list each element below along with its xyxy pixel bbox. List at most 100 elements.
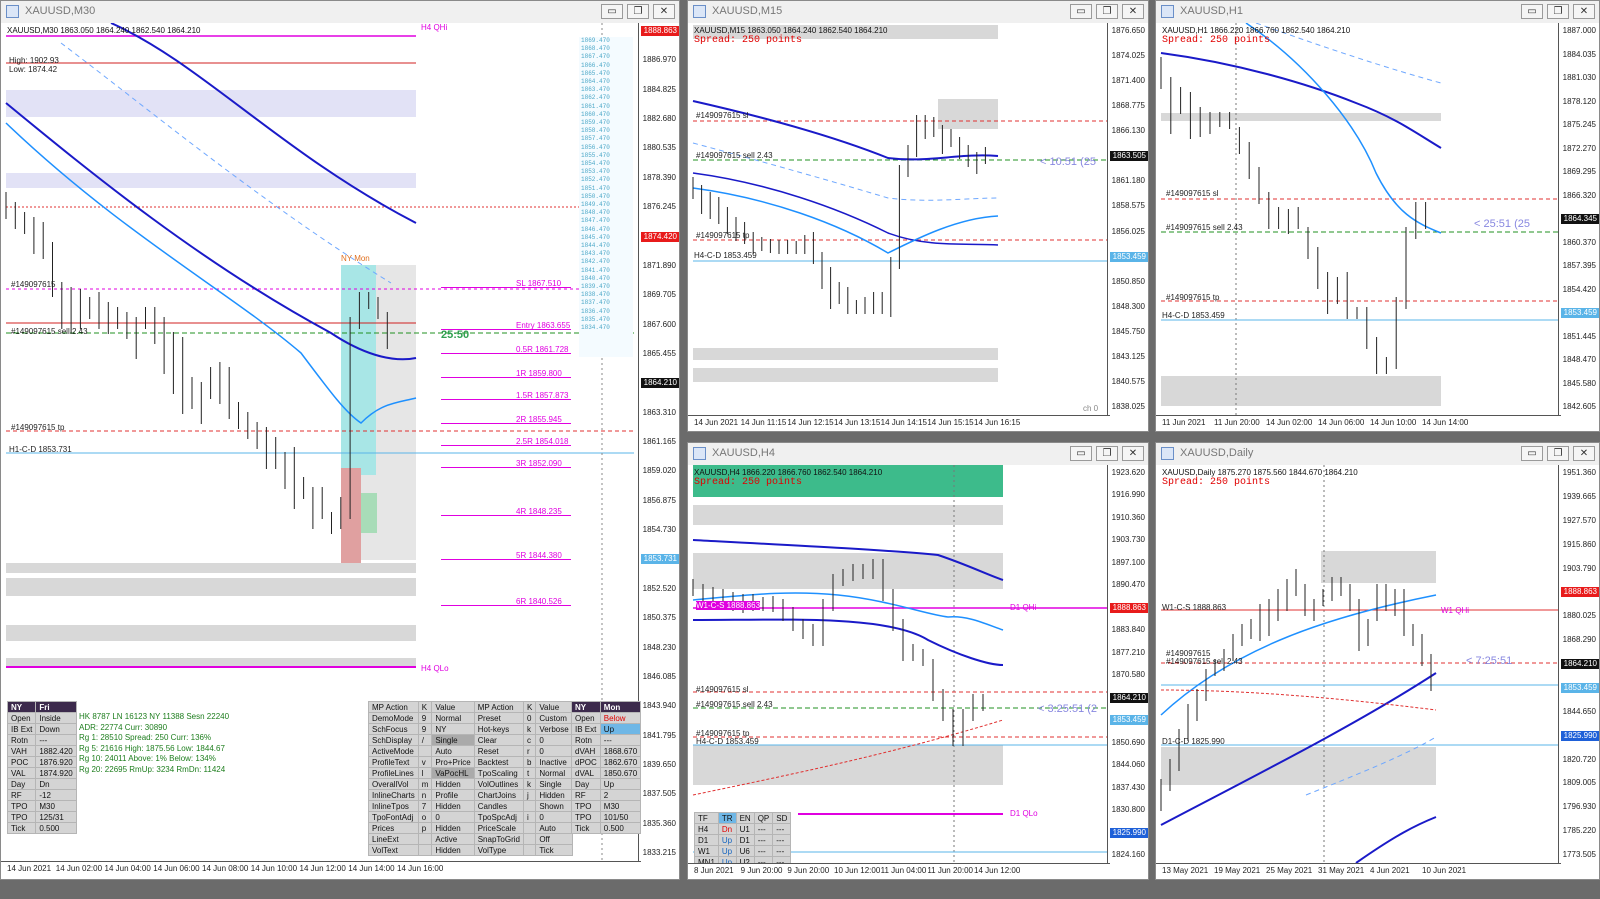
time-axis[interactable]: 11 Jun 2021 11 Jun 20:00 14 Jun 02:00 14 Ju… bbox=[1156, 415, 1561, 431]
table-cell[interactable] bbox=[417, 844, 433, 856]
table-cell[interactable]: LineExt bbox=[368, 833, 419, 845]
table-cell[interactable] bbox=[522, 833, 537, 845]
table-cell[interactable]: i bbox=[522, 811, 537, 823]
market-profile-settings[interactable]: MP Action K Value MP Action K Value DemoMode 9 N… bbox=[368, 701, 573, 856]
restore-button[interactable]: ❐ bbox=[1096, 446, 1118, 461]
table-cell[interactable]: NY bbox=[431, 723, 475, 735]
table-cell[interactable]: Profile bbox=[431, 789, 475, 801]
table-cell[interactable]: m bbox=[417, 778, 433, 790]
table-cell[interactable]: 0 bbox=[535, 811, 573, 823]
price-axis[interactable]: 1923.620 1916.990 1910.360 1903.730 1897.100… bbox=[1107, 465, 1148, 863]
title-bar[interactable]: XAUUSD,M30 ▭ ❐ ✕ bbox=[1, 1, 679, 24]
chart-window-h1[interactable]: XAUUSD,H1 ▭ ❐ ✕ XAUUSD,H1 1866.220 1866.… bbox=[1155, 0, 1600, 432]
table-cell[interactable]: SchDisplay bbox=[368, 734, 419, 746]
chart-window-daily[interactable]: XAUUSD,Daily ▭ ❐ ✕ XAUUSD,Daily 1875.270… bbox=[1155, 442, 1600, 880]
table-cell[interactable]: t bbox=[522, 767, 537, 779]
chart-window-m15[interactable]: XAUUSD,M15 ▭ ❐ ✕ XAUUSD,M15 1863.050 186… bbox=[687, 0, 1149, 432]
table-cell[interactable]: Inactive bbox=[535, 756, 573, 768]
m15-chart-plot[interactable] bbox=[688, 23, 1108, 415]
h4-chart-plot[interactable] bbox=[688, 465, 1108, 863]
table-cell[interactable]: Active bbox=[431, 833, 475, 845]
table-cell[interactable]: j bbox=[522, 789, 537, 801]
table-cell[interactable]: c bbox=[522, 734, 537, 746]
table-cell[interactable]: InlineTpos bbox=[368, 800, 419, 812]
table-cell[interactable]: MP Action bbox=[368, 701, 419, 713]
table-cell[interactable]: Prices bbox=[368, 822, 419, 834]
table-cell[interactable]: VaPocHL bbox=[431, 767, 475, 779]
close-button[interactable]: ✕ bbox=[653, 4, 675, 19]
table-cell[interactable]: r bbox=[522, 745, 537, 757]
table-cell[interactable]: Off bbox=[535, 833, 573, 845]
table-cell[interactable]: Backtest bbox=[473, 756, 524, 768]
minimize-button[interactable]: ▭ bbox=[601, 4, 623, 19]
table-cell[interactable]: Hidden bbox=[431, 778, 475, 790]
table-cell[interactable]: Hidden bbox=[535, 789, 573, 801]
table-cell[interactable]: Verbose bbox=[535, 723, 573, 735]
chart-window-h4[interactable]: XAUUSD,H4 ▭ ❐ ✕ XAUUSD,H4 1866.220 1866.… bbox=[687, 442, 1149, 880]
table-cell[interactable] bbox=[522, 844, 537, 856]
table-cell[interactable]: Auto bbox=[431, 745, 475, 757]
table-cell[interactable]: k bbox=[522, 778, 537, 790]
table-cell[interactable]: ActiveMode bbox=[368, 745, 419, 757]
table-cell[interactable] bbox=[417, 745, 433, 757]
table-cell[interactable]: Hidden bbox=[431, 800, 475, 812]
table-cell[interactable]: InlineCharts bbox=[368, 789, 419, 801]
table-cell[interactable]: / bbox=[417, 734, 433, 746]
minimize-button[interactable]: ▭ bbox=[1521, 446, 1543, 461]
table-cell[interactable]: VolType bbox=[473, 844, 524, 856]
table-cell[interactable]: 0 bbox=[535, 734, 573, 746]
table-cell[interactable]: DemoMode bbox=[368, 712, 419, 724]
table-cell[interactable]: ProfileLines bbox=[368, 767, 419, 779]
time-axis[interactable]: 13 May 2021 19 May 2021 25 May 2021 31 May … bbox=[1156, 863, 1561, 879]
table-cell[interactable]: p bbox=[417, 822, 433, 834]
table-cell[interactable]: k bbox=[522, 723, 537, 735]
close-button[interactable]: ✕ bbox=[1122, 446, 1144, 461]
table-cell[interactable]: TpoSpcAdj bbox=[473, 811, 524, 823]
table-cell[interactable]: SchFocus bbox=[368, 723, 419, 735]
restore-button[interactable]: ❐ bbox=[1096, 4, 1118, 19]
table-cell[interactable]: K bbox=[522, 701, 537, 713]
table-cell[interactable]: Normal bbox=[535, 767, 573, 779]
table-cell[interactable]: Hidden bbox=[431, 844, 475, 856]
price-axis[interactable]: 1876.650 1874.025 1871.400 1868.775 1866.130… bbox=[1107, 23, 1148, 415]
table-cell[interactable]: 0 bbox=[522, 712, 537, 724]
table-cell[interactable]: K bbox=[417, 701, 433, 713]
table-cell[interactable]: ChartJoins bbox=[473, 789, 524, 801]
table-cell[interactable]: 7 bbox=[417, 800, 433, 812]
table-cell[interactable]: Tick bbox=[535, 844, 573, 856]
table-cell[interactable]: Clear bbox=[473, 734, 524, 746]
minimize-button[interactable]: ▭ bbox=[1070, 446, 1092, 461]
time-axis[interactable]: 14 Jun 2021 14 Jun 11:15 14 Jun 12:15 14 Ju… bbox=[688, 415, 1110, 431]
restore-button[interactable]: ❐ bbox=[1547, 4, 1569, 19]
table-cell[interactable]: PriceScale bbox=[473, 822, 524, 834]
table-cell[interactable]: Pro+Price bbox=[431, 756, 475, 768]
table-cell[interactable]: v bbox=[417, 756, 433, 768]
close-button[interactable]: ✕ bbox=[1573, 4, 1595, 19]
table-cell[interactable]: Value bbox=[535, 701, 573, 713]
table-cell[interactable]: MP Action bbox=[473, 701, 524, 713]
table-cell[interactable]: Candles bbox=[473, 800, 524, 812]
chart-window-m30[interactable]: XAUUSD,M30 ▭ ❐ ✕ XAUUSD,M30 1863.050 186… bbox=[0, 0, 680, 880]
table-cell[interactable]: Single bbox=[431, 734, 475, 746]
table-cell[interactable]: TpoFontAdj bbox=[368, 811, 419, 823]
restore-button[interactable]: ❐ bbox=[1547, 446, 1569, 461]
table-cell[interactable]: n bbox=[417, 789, 433, 801]
price-axis[interactable]: 1887.000 1884.035 1881.030 1878.120 1875.245… bbox=[1558, 23, 1599, 415]
table-cell[interactable]: 0 bbox=[535, 745, 573, 757]
table-cell[interactable]: Custom bbox=[535, 712, 573, 724]
table-cell[interactable]: Hot-keys bbox=[473, 723, 524, 735]
table-cell[interactable] bbox=[522, 800, 537, 812]
table-cell[interactable]: 9 bbox=[417, 723, 433, 735]
table-cell[interactable]: l bbox=[417, 767, 433, 779]
table-cell[interactable]: Preset bbox=[473, 712, 524, 724]
table-cell[interactable]: 0 bbox=[431, 811, 475, 823]
table-cell[interactable]: Shown bbox=[535, 800, 573, 812]
title-bar[interactable]: XAUUSD,H1 ▭ ❐ ✕ bbox=[1156, 1, 1599, 24]
table-cell[interactable]: 9 bbox=[417, 712, 433, 724]
minimize-button[interactable]: ▭ bbox=[1521, 4, 1543, 19]
table-cell[interactable]: Normal bbox=[431, 712, 475, 724]
table-cell[interactable]: Single bbox=[535, 778, 573, 790]
title-bar[interactable]: XAUUSD,Daily ▭ ❐ ✕ bbox=[1156, 443, 1599, 466]
table-cell[interactable]: Value bbox=[431, 701, 475, 713]
table-cell[interactable]: b bbox=[522, 756, 537, 768]
